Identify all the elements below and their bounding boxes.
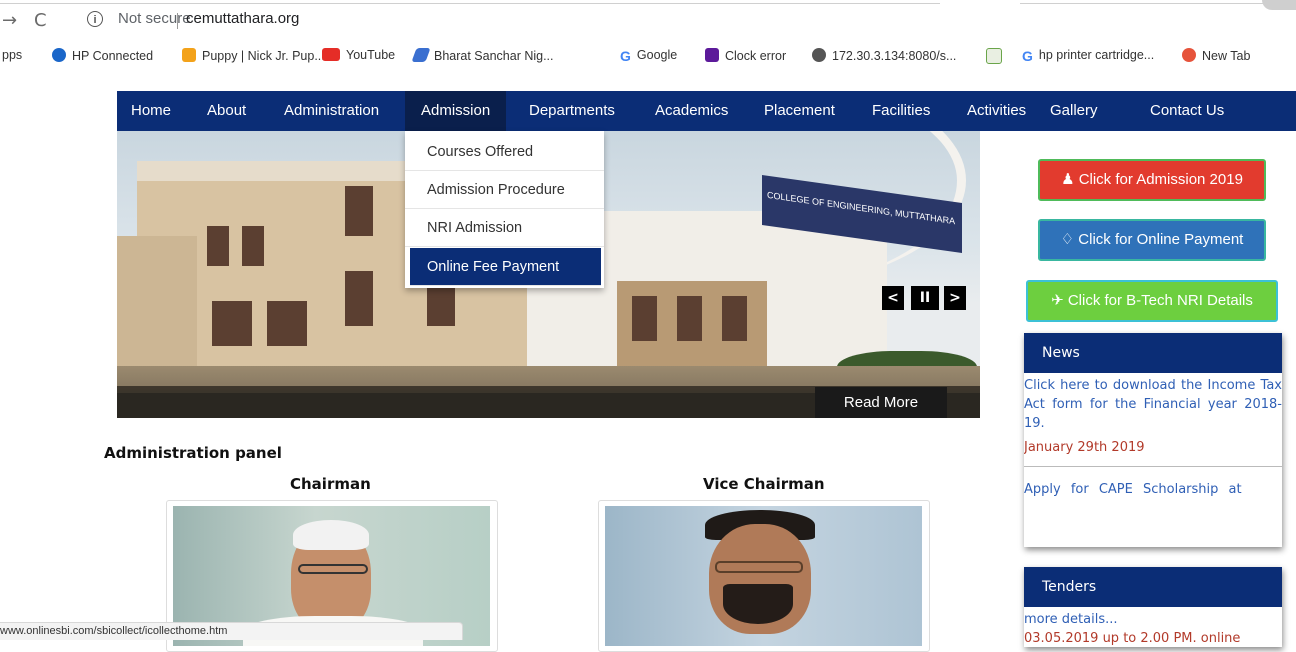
window [207, 226, 229, 266]
chart-icon [986, 48, 1002, 64]
pause-slide-icon[interactable]: II [911, 286, 939, 310]
prev-slide-icon[interactable]: < [882, 286, 904, 310]
admission-2019-button[interactable]: ♟ Click for Admission 2019 [1038, 159, 1266, 201]
window [722, 296, 747, 341]
bookmark-label: HP Connected [72, 49, 154, 63]
bell-icon: ♢ [1060, 231, 1079, 248]
bookmark-local-server[interactable]: 172.30.3.134:8080/s... [812, 48, 956, 63]
bookmark-youtube[interactable]: YouTube [322, 48, 395, 62]
building-wing [117, 236, 197, 371]
tenders-title: Tenders [1024, 567, 1282, 607]
bookmark-hp-connected[interactable]: HP Connected [52, 48, 153, 63]
button-label: Click for Online Payment [1078, 231, 1244, 248]
status-bar-url: www.onlinesbi.com/sbicollect/icollecthom… [0, 622, 463, 640]
nri-details-button[interactable]: ✈ Click for B-Tech NRI Details [1026, 280, 1278, 322]
plane-icon: ✈ [1051, 292, 1068, 309]
bookmark-label: Clock error [725, 49, 787, 63]
tender-link[interactable]: more details... [1024, 610, 1118, 629]
bookmark-nickjr[interactable]: Puppy | Nick Jr. Pup... [182, 48, 325, 63]
news-title: News [1024, 333, 1282, 373]
nav-admission[interactable]: Admission [405, 91, 507, 131]
yahoo-icon [705, 48, 719, 62]
news-item[interactable]: Apply for CAPE Scholarship at [1024, 480, 1282, 499]
window [677, 296, 702, 341]
window-control[interactable] [1262, 0, 1296, 10]
bookmark-apps[interactable]: pps [2, 48, 22, 62]
nav-gallery[interactable]: Gallery [1050, 91, 1098, 131]
news-date: January 29th 2019 [1024, 440, 1145, 455]
nav-home[interactable]: Home [131, 91, 171, 131]
next-slide-icon[interactable]: > [944, 286, 966, 310]
bsnl-icon [411, 48, 431, 62]
youtube-icon [322, 48, 340, 61]
tab-strip-edge [0, 3, 940, 4]
news-item[interactable]: Click here to download the Income Tax Ac… [1024, 376, 1282, 433]
window [212, 301, 252, 346]
tab-strip-edge [1020, 3, 1270, 4]
nav-facilities[interactable]: Facilities [872, 91, 930, 131]
url-field[interactable]: cemuttathara.org [186, 10, 299, 27]
nickjr-icon [182, 48, 196, 62]
window [632, 296, 657, 341]
bookmark-label: YouTube [346, 48, 396, 62]
bookmark-bsnl[interactable]: Bharat Sanchar Nig... [411, 48, 554, 63]
nav-departments[interactable]: Departments [529, 91, 615, 131]
news-panel: News Click here to download the Income T… [1024, 333, 1282, 547]
vice-chairman-label: Vice Chairman [703, 475, 825, 493]
bookmarks-bar: pps HP Connected Puppy | Nick Jr. Pup...… [0, 40, 1296, 70]
button-label: Click for Admission 2019 [1078, 171, 1243, 188]
globe-icon [812, 48, 826, 62]
nav-activities[interactable]: Activities [967, 91, 1026, 131]
google-icon: G [620, 48, 631, 64]
security-label[interactable]: Not secure [118, 10, 191, 27]
tenders-panel: Tenders more details... 03.05.2019 up to… [1024, 567, 1282, 647]
bookmark-label: 172.30.3.134:8080/s... [832, 49, 957, 63]
hp-icon [52, 48, 66, 62]
admission-dropdown: Courses Offered Admission Procedure NRI … [405, 131, 604, 288]
user-icon: ♟ [1061, 171, 1079, 188]
bookmark-clock-error[interactable]: Clock error [705, 48, 786, 63]
newtab-icon [1182, 48, 1196, 62]
bookmark-label: pps [2, 48, 23, 62]
bookmark-new-tab[interactable]: New Tab [1182, 48, 1250, 63]
browser-toolbar: → C i Not secure cemuttathara.org [0, 0, 1296, 40]
vice-chairman-photo [605, 506, 922, 646]
forward-arrow-icon[interactable]: → [2, 10, 17, 31]
nav-about[interactable]: About [207, 91, 246, 131]
window [345, 186, 373, 236]
menu-courses-offered[interactable]: Courses Offered [405, 133, 604, 171]
nav-contact-us[interactable]: Contact Us [1150, 91, 1224, 131]
window [267, 301, 307, 346]
bookmark-label: Google [636, 48, 678, 62]
nav-academics[interactable]: Academics [655, 91, 728, 131]
window [345, 271, 373, 326]
menu-online-fee-payment[interactable]: Online Fee Payment [410, 248, 601, 286]
bookmark-label: New Tab [1202, 49, 1251, 63]
admin-panel-heading: Administration panel [104, 444, 282, 462]
nav-placement[interactable]: Placement [764, 91, 835, 131]
bookmark-label: Puppy | Nick Jr. Pup... [202, 49, 325, 63]
read-more-button[interactable]: Read More [815, 387, 947, 418]
window [242, 226, 264, 266]
menu-admission-procedure[interactable]: Admission Procedure [405, 171, 604, 209]
menu-nri-admission[interactable]: NRI Admission [405, 209, 604, 247]
google-icon: G [1022, 48, 1033, 64]
info-icon[interactable]: i [87, 11, 103, 27]
bookmark-hp-printer[interactable]: Ghp printer cartridge... [1022, 48, 1155, 64]
divider [1024, 466, 1282, 467]
divider [177, 13, 178, 29]
nav-administration[interactable]: Administration [284, 91, 379, 131]
bookmark-label: hp printer cartridge... [1038, 48, 1155, 62]
button-label: Click for B-Tech NRI Details [1067, 292, 1253, 309]
bookmark-google[interactable]: G Google [620, 48, 678, 64]
reload-icon[interactable]: C [34, 10, 47, 31]
bookmark-chart[interactable] [986, 48, 1008, 65]
online-payment-button[interactable]: ♢ Click for Online Payment [1038, 219, 1266, 261]
bookmark-label: Bharat Sanchar Nig... [434, 49, 554, 63]
main-nav: Home About Administration Admission Depa… [117, 91, 1296, 131]
chairman-label: Chairman [290, 475, 371, 493]
